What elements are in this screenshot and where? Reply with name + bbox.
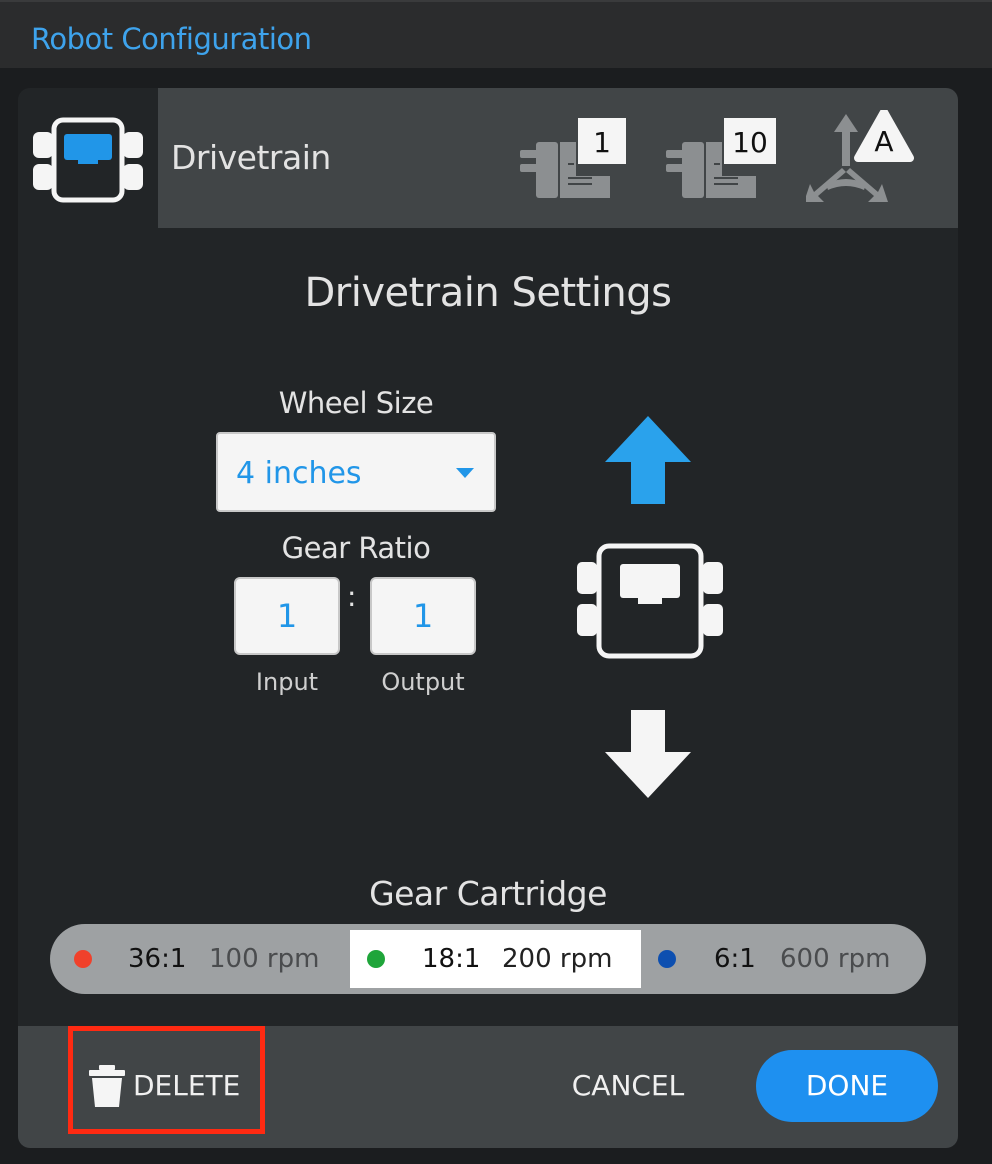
- svg-text:A: A: [874, 125, 893, 158]
- cartridge-option-18-1[interactable]: 18:1 200 rpm: [350, 930, 641, 988]
- drivetrain-config-dialog: Drivetrain 1 10 A Drivetrain Settings Wh…: [18, 88, 958, 1148]
- gear-cartridge-selector: 36:1 100 rpm 18:1 200 rpm 6:1 600 rpm: [50, 924, 926, 994]
- arrow-down-icon: [605, 710, 691, 798]
- gear-ratio-label: Gear Ratio: [281, 531, 431, 565]
- cartridge-ratio: 36:1: [128, 944, 187, 974]
- cartridge-rpm: 600 rpm: [780, 944, 891, 974]
- trash-icon: [89, 1065, 125, 1107]
- cartridge-option-6-1[interactable]: 6:1 600 rpm: [641, 924, 926, 994]
- gear-ratio-input-field[interactable]: 1: [234, 577, 340, 655]
- app-title: Robot Configuration: [31, 22, 312, 56]
- cartridge-rpm: 200 rpm: [502, 944, 613, 974]
- settings-title: Drivetrain Settings: [304, 270, 672, 316]
- delete-button[interactable]: DELETE: [68, 1026, 265, 1134]
- gear-cartridge-label: Gear Cartridge: [369, 874, 607, 913]
- top-bar: Robot Configuration: [0, 0, 992, 68]
- cartridge-rpm: 100 rpm: [209, 944, 320, 974]
- wheel-size-select[interactable]: 4 inches: [216, 432, 496, 512]
- wheel-size-value: 4 inches: [236, 456, 362, 491]
- gyro-port-a-icon[interactable]: A: [804, 108, 926, 215]
- device-name: Drivetrain: [171, 138, 331, 177]
- device-header-strip: Drivetrain 1 10 A: [158, 88, 958, 228]
- delete-label: DELETE: [133, 1069, 241, 1102]
- drivetrain-robot-icon: [577, 543, 723, 659]
- arrow-up-icon: [605, 416, 691, 504]
- green-dot-icon: [367, 950, 385, 968]
- blue-dot-icon: [658, 950, 676, 968]
- motor-port-10-icon[interactable]: 10: [660, 114, 780, 209]
- red-dot-icon: [74, 950, 92, 968]
- wheel-size-label: Wheel Size: [278, 386, 434, 420]
- dialog-header: Drivetrain 1 10 A: [18, 88, 958, 228]
- motor-port-1-icon[interactable]: 1: [514, 114, 634, 209]
- chevron-down-icon: [456, 468, 474, 478]
- svg-text:1: 1: [593, 126, 611, 159]
- input-label: Input: [255, 668, 319, 696]
- cartridge-option-36-1[interactable]: 36:1 100 rpm: [50, 924, 350, 994]
- dialog-footer: DELETE CANCEL DONE: [18, 1026, 958, 1148]
- svg-text:10: 10: [732, 126, 768, 159]
- gear-ratio-separator: :: [347, 580, 357, 613]
- cancel-button[interactable]: CANCEL: [558, 1056, 698, 1116]
- drivetrain-icon: [33, 117, 143, 203]
- drivetrain-device-tile[interactable]: [18, 88, 158, 228]
- done-button[interactable]: DONE: [756, 1050, 938, 1122]
- cartridge-ratio: 6:1: [714, 944, 756, 974]
- cartridge-ratio: 18:1: [422, 944, 481, 974]
- output-label: Output: [381, 668, 465, 696]
- gear-ratio-output-field[interactable]: 1: [370, 577, 476, 655]
